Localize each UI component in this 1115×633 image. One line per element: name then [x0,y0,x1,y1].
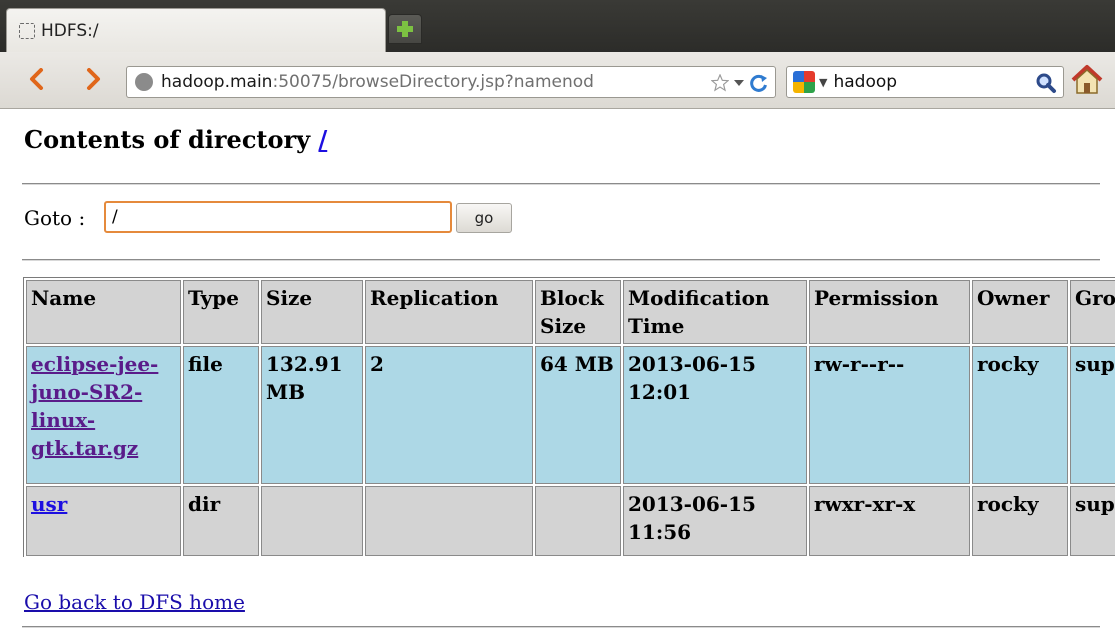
back-button[interactable] [22,62,52,96]
group-cell: supergroup [1070,486,1115,556]
browser-tab[interactable]: HDFS:/ [6,8,386,52]
url-host: hadoop.main [161,72,273,92]
page-icon [19,22,35,39]
directory-listing-table: Name Type Size Replication Block Size Mo… [23,277,1115,557]
modified-cell: 2013-06-15 11:56 [623,486,807,556]
modified-cell: 2013-06-15 12:01 [623,346,807,484]
replication-cell: 2 [365,346,533,484]
size-cell: 132.91 MB [261,346,363,484]
page-title: Contents of directory / [24,125,327,154]
address-bar[interactable]: hadoop.main:50075/browseDirectory.jsp?na… [126,66,776,98]
dfs-home-link[interactable]: Go back to DFS home [24,590,245,614]
goto-label: Goto : [24,206,86,230]
globe-icon [135,73,153,91]
search-bar[interactable]: ▼ hadoop [786,66,1064,98]
back-arrow-icon [30,68,43,90]
column-header: Permission [809,280,970,344]
root-directory-link[interactable]: / [318,125,327,154]
block-size-cell: 64 MB [535,346,621,484]
new-tab-button[interactable] [388,14,422,44]
file-link[interactable]: eclipse-jee-juno-SR2-linux-gtk.tar.gz [31,352,158,460]
go-button[interactable]: go [456,203,512,233]
replication-cell [365,486,533,556]
home-icon [1071,65,1103,94]
tab-title: HDFS:/ [41,20,99,41]
table-header-row: Name Type Size Replication Block Size Mo… [26,280,1115,344]
reload-icon[interactable] [749,73,769,93]
search-icon[interactable] [1035,72,1057,94]
owner-cell: rocky [972,486,1068,556]
column-header: Name [26,280,181,344]
url-path: :50075/browseDirectory.jsp?namenod [272,72,594,92]
size-cell [261,486,363,556]
new-tab-icon [397,21,413,37]
name-cell: usr [26,486,181,556]
permission-cell: rwxr-xr-x [809,486,970,556]
tab-strip: HDFS:/ [0,0,1115,52]
column-header: Block Size [535,280,621,344]
forward-arrow-icon [87,68,100,90]
page-content: Contents of directory / Goto : go Name T… [0,110,1115,633]
divider [22,626,1100,628]
navigation-toolbar: hadoop.main:50075/browseDirectory.jsp?na… [0,52,1115,109]
block-size-cell [535,486,621,556]
divider [22,259,1100,261]
directory-table-container: Name Type Size Replication Block Size Mo… [23,277,1115,557]
home-button[interactable] [1070,64,1104,100]
divider [22,183,1100,185]
column-header: Replication [365,280,533,344]
search-query: hadoop [833,72,898,92]
table-row: eclipse-jee-juno-SR2-linux-gtk.tar.gz fi… [26,346,1115,484]
column-header: Modification Time [623,280,807,344]
name-cell: eclipse-jee-juno-SR2-linux-gtk.tar.gz [26,346,181,484]
bookmark-star-icon[interactable] [711,74,729,92]
directory-link[interactable]: usr [31,492,67,516]
column-header: Group [1070,280,1115,344]
type-cell: dir [183,486,259,556]
goto-input[interactable] [104,201,452,233]
forward-button[interactable] [78,62,108,96]
owner-cell: rocky [972,346,1068,484]
search-engine-dropdown-icon[interactable]: ▼ [819,76,827,89]
google-logo-icon [793,71,815,93]
dropdown-arrow-icon[interactable] [734,79,744,87]
page-title-text: Contents of directory [24,125,319,154]
column-header: Owner [972,280,1068,344]
column-header: Size [261,280,363,344]
type-cell: file [183,346,259,484]
group-cell: supergroup [1070,346,1115,484]
permission-cell: rw-r--r-- [809,346,970,484]
table-row: usr dir 2013-06-15 11:56 rwxr-xr-x rocky… [26,486,1115,556]
address-bar-icons [699,71,769,95]
column-header: Type [183,280,259,344]
